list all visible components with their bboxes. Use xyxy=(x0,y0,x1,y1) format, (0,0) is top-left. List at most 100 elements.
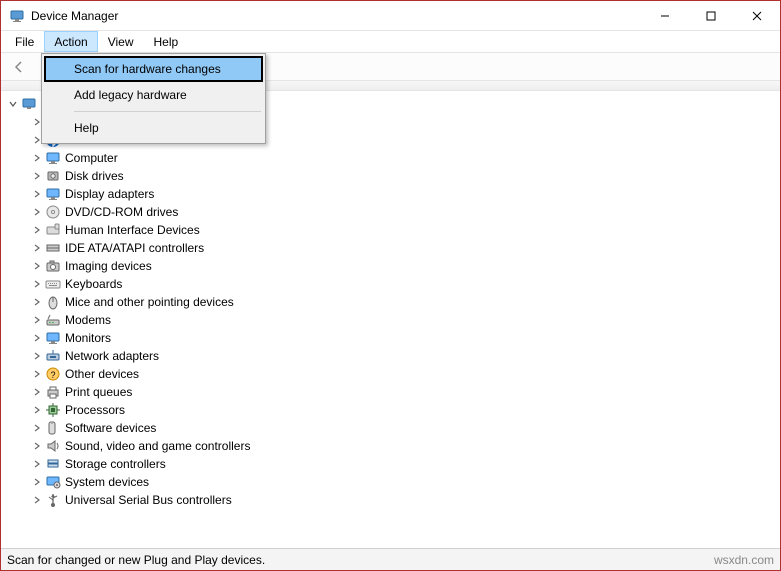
tree-category-node[interactable]: Imaging devices xyxy=(25,257,780,275)
chevron-right-icon[interactable] xyxy=(31,332,43,344)
menu-scan-hardware[interactable]: Scan for hardware changes xyxy=(44,56,263,82)
tree-category-node[interactable]: Computer xyxy=(25,149,780,167)
action-dropdown: Scan for hardware changes Add legacy har… xyxy=(41,53,266,144)
system-icon xyxy=(45,474,61,490)
menu-item-label: Help xyxy=(74,121,99,135)
tree-category-label: Sound, video and game controllers xyxy=(65,439,250,453)
chevron-down-icon[interactable] xyxy=(7,98,19,110)
device-tree[interactable]: BatteriesBluetoothComputerDisk drivesDis… xyxy=(1,91,780,548)
menu-view[interactable]: View xyxy=(98,31,144,52)
tree-category-label: Computer xyxy=(65,151,118,165)
menu-item-label: Add legacy hardware xyxy=(74,88,187,102)
tree-category-label: Mice and other pointing devices xyxy=(65,295,234,309)
menu-help[interactable]: Help xyxy=(144,31,189,52)
chevron-right-icon[interactable] xyxy=(31,170,43,182)
tree-category-node[interactable]: Software devices xyxy=(25,419,780,437)
chevron-right-icon[interactable] xyxy=(31,152,43,164)
network-icon xyxy=(45,348,61,364)
tree-category-label: Network adapters xyxy=(65,349,159,363)
chevron-right-icon[interactable] xyxy=(31,296,43,308)
chevron-right-icon[interactable] xyxy=(31,314,43,326)
keyboard-icon xyxy=(45,276,61,292)
tree-category-label: Universal Serial Bus controllers xyxy=(65,493,232,507)
tree-category-node[interactable]: Keyboards xyxy=(25,275,780,293)
monitor-icon xyxy=(45,186,61,202)
chevron-right-icon[interactable] xyxy=(31,260,43,272)
status-text: Scan for changed or new Plug and Play de… xyxy=(7,553,265,567)
statusbar: Scan for changed or new Plug and Play de… xyxy=(1,548,780,570)
tree-category-label: Human Interface Devices xyxy=(65,223,200,237)
tree-category-node[interactable]: Modems xyxy=(25,311,780,329)
tree-category-node[interactable]: Universal Serial Bus controllers xyxy=(25,491,780,509)
titlebar: Device Manager xyxy=(1,1,780,31)
hid-icon xyxy=(45,222,61,238)
tree-category-node[interactable]: ? Other devices xyxy=(25,365,780,383)
chevron-right-icon[interactable] xyxy=(31,368,43,380)
tree-category-node[interactable]: DVD/CD-ROM drives xyxy=(25,203,780,221)
tree-category-label: System devices xyxy=(65,475,149,489)
menubar: File Action View Help Scan for hardware … xyxy=(1,31,780,53)
tree-category-label: Monitors xyxy=(65,331,111,345)
tree-category-label: Software devices xyxy=(65,421,156,435)
tree-category-label: Disk drives xyxy=(65,169,124,183)
tree-category-label: IDE ATA/ATAPI controllers xyxy=(65,241,204,255)
chevron-right-icon[interactable] xyxy=(31,404,43,416)
tree-category-label: Other devices xyxy=(65,367,139,381)
mouse-icon xyxy=(45,294,61,310)
svg-text:?: ? xyxy=(50,370,55,380)
tree-category-label: Display adapters xyxy=(65,187,154,201)
back-button[interactable] xyxy=(7,56,31,78)
chevron-right-icon[interactable] xyxy=(31,188,43,200)
chevron-right-icon[interactable] xyxy=(31,386,43,398)
tree-category-node[interactable]: Storage controllers xyxy=(25,455,780,473)
computer-icon xyxy=(21,96,37,112)
menu-action-help[interactable]: Help xyxy=(44,115,263,141)
tree-category-node[interactable]: Human Interface Devices xyxy=(25,221,780,239)
chevron-right-icon[interactable] xyxy=(31,458,43,470)
menu-add-legacy[interactable]: Add legacy hardware xyxy=(44,82,263,108)
tree-category-label: Keyboards xyxy=(65,277,122,291)
tree-category-label: Storage controllers xyxy=(65,457,166,471)
app-icon xyxy=(9,8,25,24)
camera-icon xyxy=(45,258,61,274)
tree-category-label: Modems xyxy=(65,313,111,327)
cpu-icon xyxy=(45,402,61,418)
usb-icon xyxy=(45,492,61,508)
maximize-button[interactable] xyxy=(688,1,734,31)
chevron-right-icon[interactable] xyxy=(31,350,43,362)
unknown-icon: ? xyxy=(45,366,61,382)
minimize-button[interactable] xyxy=(642,1,688,31)
tree-category-node[interactable]: IDE ATA/ATAPI controllers xyxy=(25,239,780,257)
close-button[interactable] xyxy=(734,1,780,31)
disc-icon xyxy=(45,204,61,220)
tree-category-node[interactable]: Sound, video and game controllers xyxy=(25,437,780,455)
tree-category-label: Imaging devices xyxy=(65,259,152,273)
tree-category-node[interactable]: Disk drives xyxy=(25,167,780,185)
tree-category-label: DVD/CD-ROM drives xyxy=(65,205,178,219)
tree-category-node[interactable]: Processors xyxy=(25,401,780,419)
storage-icon xyxy=(45,456,61,472)
tree-category-node[interactable]: Network adapters xyxy=(25,347,780,365)
chevron-right-icon[interactable] xyxy=(31,422,43,434)
tree-category-node[interactable]: Display adapters xyxy=(25,185,780,203)
menu-action[interactable]: Action xyxy=(44,31,97,52)
tree-category-node[interactable]: Monitors xyxy=(25,329,780,347)
software-icon xyxy=(45,420,61,436)
modem-icon xyxy=(45,312,61,328)
chevron-right-icon[interactable] xyxy=(31,224,43,236)
menu-separator xyxy=(74,111,261,112)
chevron-right-icon[interactable] xyxy=(31,440,43,452)
tree-category-label: Print queues xyxy=(65,385,132,399)
tree-category-node[interactable]: Mice and other pointing devices xyxy=(25,293,780,311)
monitor-icon xyxy=(45,150,61,166)
chevron-right-icon[interactable] xyxy=(31,476,43,488)
chevron-right-icon[interactable] xyxy=(31,278,43,290)
chevron-right-icon[interactable] xyxy=(31,494,43,506)
chevron-right-icon[interactable] xyxy=(31,242,43,254)
menu-file[interactable]: File xyxy=(5,31,44,52)
sound-icon xyxy=(45,438,61,454)
tree-category-node[interactable]: System devices xyxy=(25,473,780,491)
chevron-right-icon[interactable] xyxy=(31,206,43,218)
disk-icon xyxy=(45,168,61,184)
tree-category-node[interactable]: Print queues xyxy=(25,383,780,401)
